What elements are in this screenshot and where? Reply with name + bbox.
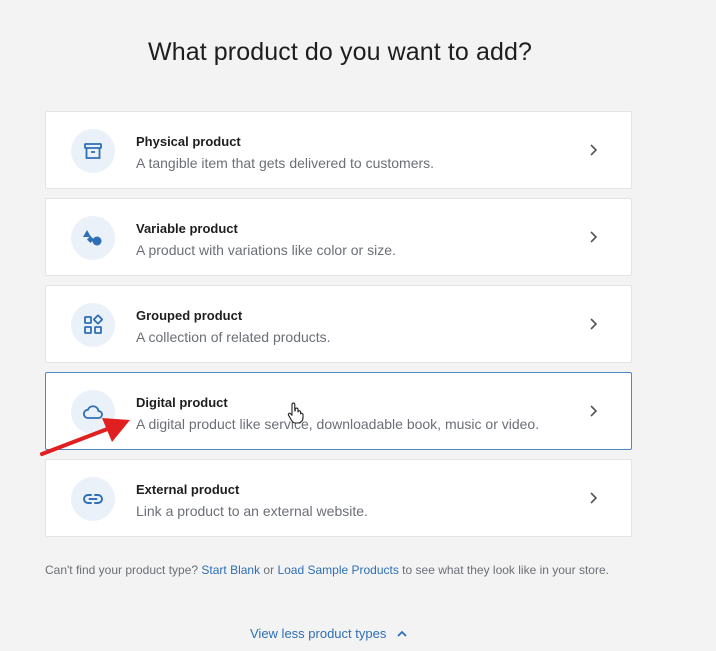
card-description: A collection of related products.	[136, 329, 331, 345]
product-type-grouped[interactable]: Grouped product A collection of related …	[45, 285, 632, 363]
chevron-right-icon	[590, 492, 598, 504]
shapes-icon	[71, 216, 115, 260]
cloud-icon	[71, 390, 115, 434]
chevron-right-icon	[590, 405, 598, 417]
add-product-page: What product do you want to add? Physica…	[0, 0, 716, 651]
product-type-list: Physical product A tangible item that ge…	[45, 111, 632, 546]
card-title: Physical product	[136, 134, 241, 149]
footer-help-text: Can't find your product type? Start Blan…	[45, 562, 645, 579]
footer-suffix: to see what they look like in your store…	[398, 563, 609, 577]
grid-icon	[71, 303, 115, 347]
product-type-physical[interactable]: Physical product A tangible item that ge…	[45, 111, 632, 189]
chevron-right-icon	[590, 318, 598, 330]
load-sample-products-link[interactable]: Load Sample Products	[277, 563, 398, 577]
chevron-up-icon	[397, 630, 407, 637]
card-title: Grouped product	[136, 308, 243, 323]
card-title: Variable product	[136, 221, 238, 236]
card-title: External product	[136, 482, 240, 497]
view-less-product-types-link[interactable]: View less product types	[250, 626, 408, 641]
card-description: A product with variations like color or …	[136, 242, 396, 258]
chevron-right-icon	[590, 231, 598, 243]
footer-prefix: Can't find your product type?	[45, 563, 202, 577]
view-less-label: View less product types	[250, 626, 387, 641]
start-blank-link[interactable]: Start Blank	[201, 563, 260, 577]
link-icon	[71, 477, 115, 521]
footer-or: or	[260, 563, 278, 577]
page-title: What product do you want to add?	[148, 38, 532, 66]
product-type-digital[interactable]: Digital product A digital product like s…	[45, 372, 632, 450]
card-description: Link a product to an external website.	[136, 503, 368, 519]
chevron-right-icon	[590, 144, 598, 156]
card-description: A digital product like service, download…	[136, 416, 540, 432]
card-title: Digital product	[136, 395, 228, 410]
product-type-external[interactable]: External product Link a product to an ex…	[45, 459, 632, 537]
product-type-variable[interactable]: Variable product A product with variatio…	[45, 198, 632, 276]
card-description: A tangible item that gets delivered to c…	[136, 155, 435, 171]
archive-box-icon	[71, 129, 115, 173]
